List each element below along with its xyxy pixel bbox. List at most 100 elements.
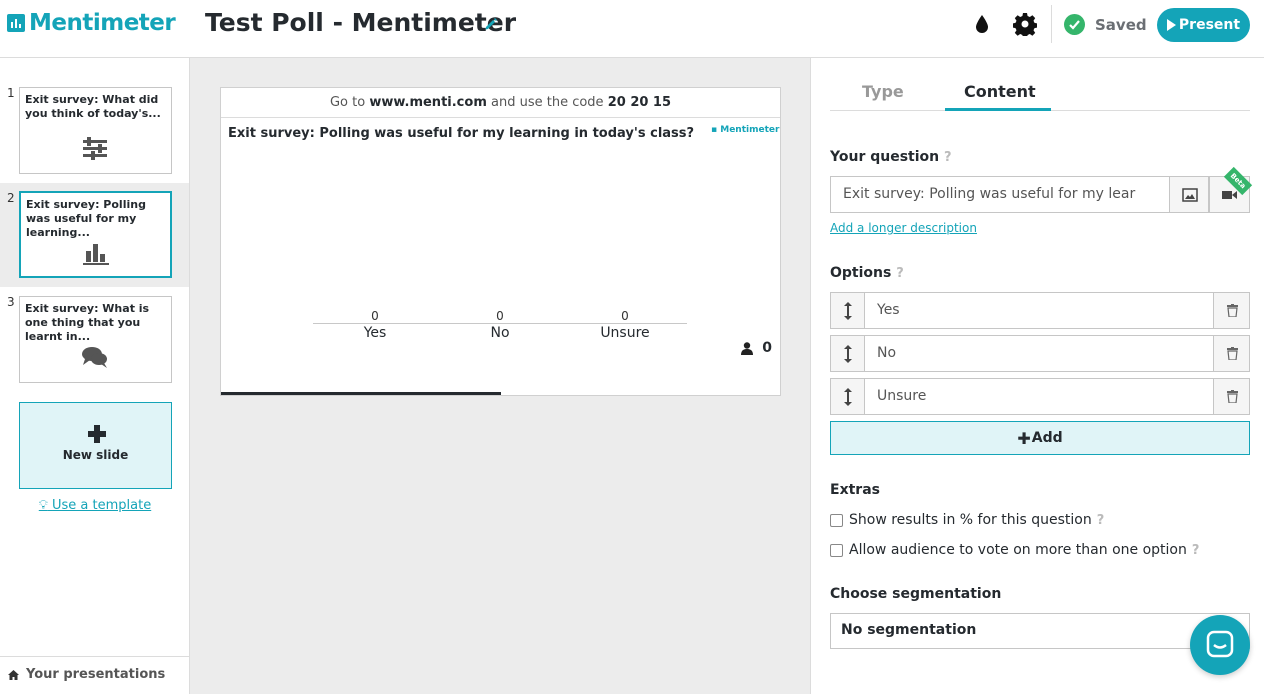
chart-value: 0 <box>621 309 629 323</box>
add-image-button[interactable] <box>1169 176 1209 213</box>
segmentation-heading: Choose segmentation <box>830 586 1002 602</box>
theme-drop-icon[interactable] <box>970 12 994 36</box>
delete-option-button[interactable] <box>1213 378 1250 415</box>
presentation-title[interactable]: Test Poll - Mentimeter <box>205 8 516 37</box>
slide-title: Exit survey: What did you think of today… <box>25 93 161 120</box>
lightbulb-icon: 💡︎ <box>38 498 48 513</box>
edit-title-pencil-icon[interactable] <box>484 17 498 31</box>
image-icon <box>1182 188 1198 202</box>
plus-icon <box>88 425 106 443</box>
option-row: Unsure <box>830 378 1250 415</box>
saved-status: Saved <box>1064 14 1147 35</box>
slide-number: 1 <box>7 86 15 100</box>
use-template-link[interactable]: 💡︎ Use a template <box>0 498 190 513</box>
slide-thumbnail-2[interactable]: Exit survey: Polling was useful for my l… <box>19 191 172 278</box>
help-icon[interactable]: ? <box>1192 543 1200 558</box>
question-input[interactable]: Exit survey: Polling was useful for my l… <box>830 176 1170 213</box>
option-input[interactable]: Unsure <box>864 378 1214 415</box>
slide-row-2: 2 Exit survey: Polling was useful for my… <box>0 183 189 287</box>
slide-number: 2 <box>7 191 15 205</box>
new-slide-label: New slide <box>62 448 129 462</box>
join-code-bar: Go to www.menti.com and use the code 20 … <box>221 88 780 118</box>
percent-checkbox[interactable] <box>830 513 843 527</box>
slide-canvas: Go to www.menti.com and use the code 20 … <box>190 58 811 694</box>
help-icon[interactable]: ? <box>896 266 904 281</box>
top-header: Mentimeter Test Poll - Mentimeter Saved … <box>0 0 1264 58</box>
participant-count-value: 0 <box>762 340 772 356</box>
header-divider <box>1051 5 1052 43</box>
options-label: Options <box>830 265 892 281</box>
template-link-label: Use a template <box>52 498 152 513</box>
slide-title: Exit survey: What is one thing that you … <box>25 302 150 343</box>
options-heading: Options ? <box>830 265 904 281</box>
chart-category: No <box>490 325 510 341</box>
slide-thumbnail-3[interactable]: Exit survey: What is one thing that you … <box>19 296 172 383</box>
present-label: Present <box>1178 17 1241 33</box>
vertical-arrows-icon <box>844 345 852 363</box>
add-option-button[interactable]: ✚︎ Add <box>830 421 1250 455</box>
present-button[interactable]: Present <box>1157 8 1250 42</box>
tab-type[interactable]: Type <box>862 82 904 101</box>
drag-handle[interactable] <box>830 335 865 372</box>
extra-option-label: Show results in % for this question <box>849 512 1092 528</box>
code-prefix: Go to <box>329 95 366 110</box>
chart-category: Yes <box>363 325 387 341</box>
slides-sidebar: 1 Exit survey: What did you think of tod… <box>0 58 190 694</box>
slide-progress-bar <box>221 392 501 395</box>
add-option-label: Add <box>1031 430 1063 446</box>
extra-option-label: Allow audience to vote on more than one … <box>849 542 1187 558</box>
slide-number: 3 <box>7 295 15 309</box>
speech-bubbles-icon <box>82 347 107 368</box>
multiple-votes-checkbox[interactable] <box>830 543 843 557</box>
chart-column: 0 No <box>438 309 562 341</box>
your-question-label: Your question <box>830 149 940 165</box>
person-icon <box>741 341 754 355</box>
help-icon[interactable]: ? <box>944 150 952 165</box>
settings-gear-icon[interactable] <box>1013 12 1037 36</box>
chart-category: Unsure <box>600 325 650 341</box>
chat-icon <box>1206 630 1234 658</box>
saved-label: Saved <box>1095 15 1147 34</box>
logo-mark-icon <box>7 14 25 32</box>
plus-icon: ✚︎ <box>1017 428 1031 448</box>
option-input[interactable]: Yes <box>864 292 1214 329</box>
slide-thumbnail-1[interactable]: Exit survey: What did you think of today… <box>19 87 172 174</box>
logo-text: Mentimeter <box>29 10 176 36</box>
delete-option-button[interactable] <box>1213 335 1250 372</box>
drag-handle[interactable] <box>830 378 865 415</box>
slide-row-3: 3 Exit survey: What is one thing that yo… <box>0 291 189 395</box>
help-icon[interactable]: ? <box>1097 513 1105 528</box>
trash-icon <box>1227 347 1238 360</box>
new-slide-button[interactable]: New slide <box>19 402 172 489</box>
participant-count: 0 <box>741 340 772 356</box>
preview-brand: ▪ Mentimeter <box>711 125 779 135</box>
support-chat-button[interactable] <box>1190 615 1250 675</box>
extras-heading: Extras <box>830 482 880 498</box>
preview-question: Exit survey: Polling was useful for my l… <box>228 126 695 141</box>
tab-content[interactable]: Content <box>964 82 1036 101</box>
editor-panel: Type Content Your question ? Exit survey… <box>811 58 1264 694</box>
your-question-heading: Your question ? <box>830 149 952 165</box>
option-input[interactable]: No <box>864 335 1214 372</box>
your-presentations-link[interactable]: Your presentations <box>0 656 189 694</box>
code-url: www.menti.com <box>369 95 487 110</box>
delete-option-button[interactable] <box>1213 292 1250 329</box>
segmentation-select[interactable]: No segmentation <box>830 613 1250 649</box>
sliders-icon <box>83 137 107 160</box>
trash-icon <box>1227 304 1238 317</box>
saved-check-icon <box>1064 14 1085 35</box>
add-longer-description-link[interactable]: Add a longer description <box>830 221 977 235</box>
slide-preview[interactable]: Go to www.menti.com and use the code 20 … <box>220 87 781 396</box>
play-icon <box>1166 19 1176 31</box>
editor-tabs: Type Content <box>830 72 1250 111</box>
mentimeter-logo[interactable]: Mentimeter <box>7 10 176 36</box>
code-middle: and use the code <box>491 95 604 110</box>
extra-option-percent[interactable]: Show results in % for this question ? <box>830 512 1104 528</box>
drag-handle[interactable] <box>830 292 865 329</box>
preview-brand-label: Mentimeter <box>720 125 780 135</box>
chart-column: 0 Yes <box>313 309 437 341</box>
video-camera-icon <box>1222 191 1237 199</box>
brand-mark-icon: ▪ <box>711 125 718 135</box>
active-tab-indicator <box>945 108 1051 111</box>
extra-option-multiple-votes[interactable]: Allow audience to vote on more than one … <box>830 542 1199 558</box>
